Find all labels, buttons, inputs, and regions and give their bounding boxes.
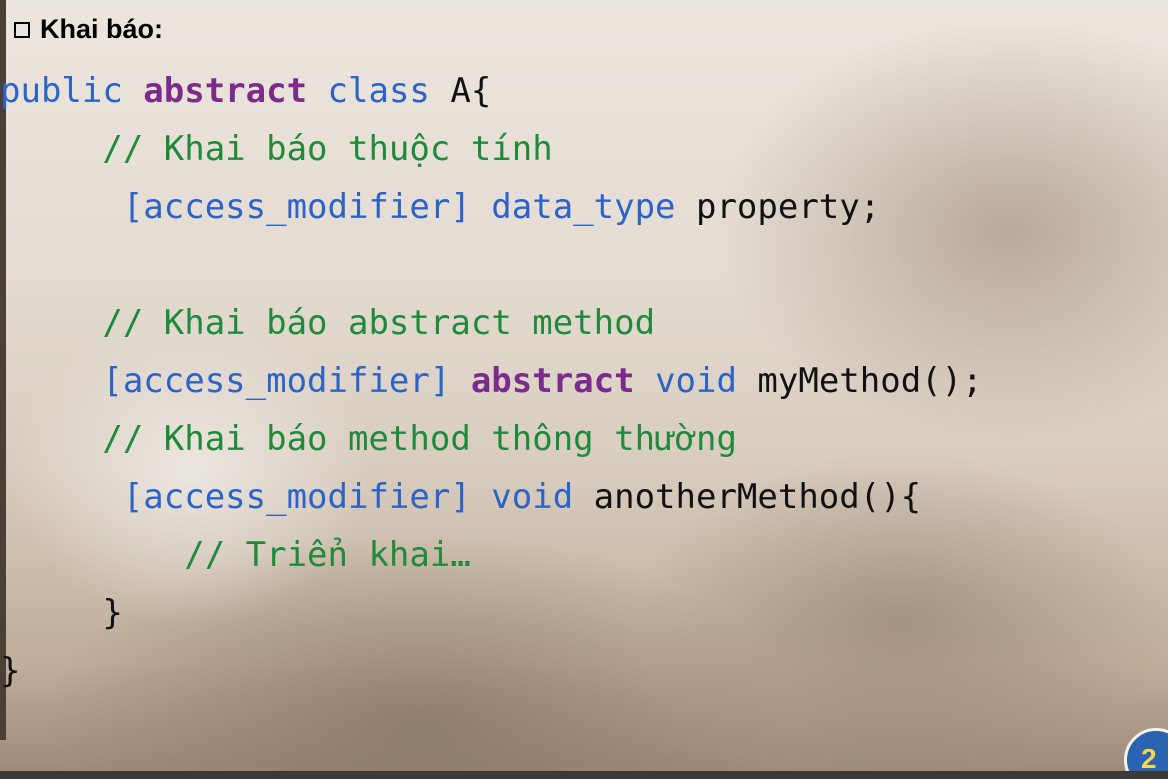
slide: Khai báo: public abstract class A{ // Kh…	[0, 0, 1168, 779]
code-line: }	[0, 642, 983, 700]
code-token: anotherMethod(){	[593, 477, 922, 517]
bottom-bar	[0, 771, 1168, 779]
code-token: property;	[695, 187, 881, 227]
code-token: [access_modifier] void	[122, 477, 594, 517]
code-line: [access_modifier] void anotherMethod(){	[0, 468, 983, 526]
code-line: [access_modifier] abstract void myMethod…	[0, 352, 983, 410]
code-line: [access_modifier] data_type property;	[0, 178, 983, 236]
code-token: // Khai báo thuộc tính	[102, 129, 553, 169]
code-token: myMethod();	[757, 361, 983, 401]
section-heading: Khai báo:	[14, 14, 163, 45]
code-token: }	[102, 593, 123, 633]
code-line: // Triển khai…	[0, 526, 983, 584]
code-token: public	[0, 71, 144, 111]
code-token: A{	[450, 71, 492, 111]
code-line: // Khai báo thuộc tính	[0, 120, 983, 178]
code-line: public abstract class A{	[0, 62, 983, 120]
code-token: // Triển khai…	[184, 535, 471, 575]
code-token: class	[307, 71, 451, 111]
code-line: }	[0, 584, 983, 642]
code-line: // Khai báo abstract method	[0, 294, 983, 352]
code-token: abstract	[470, 361, 635, 401]
code-token: }	[0, 651, 21, 691]
code-token: // Khai báo method thông thường	[102, 419, 737, 459]
code-token: // Khai báo abstract method	[102, 303, 656, 343]
section-heading-label: Khai báo:	[40, 14, 164, 44]
code-token: abstract	[143, 71, 308, 111]
code-line: // Khai báo method thông thường	[0, 410, 983, 468]
code-token: [access_modifier]	[102, 361, 471, 401]
checkbox-bullet-icon	[14, 21, 30, 38]
code-token: [access_modifier] data_type	[122, 187, 696, 227]
code-block: public abstract class A{ // Khai báo thu…	[0, 62, 983, 700]
code-token: void	[634, 361, 758, 401]
